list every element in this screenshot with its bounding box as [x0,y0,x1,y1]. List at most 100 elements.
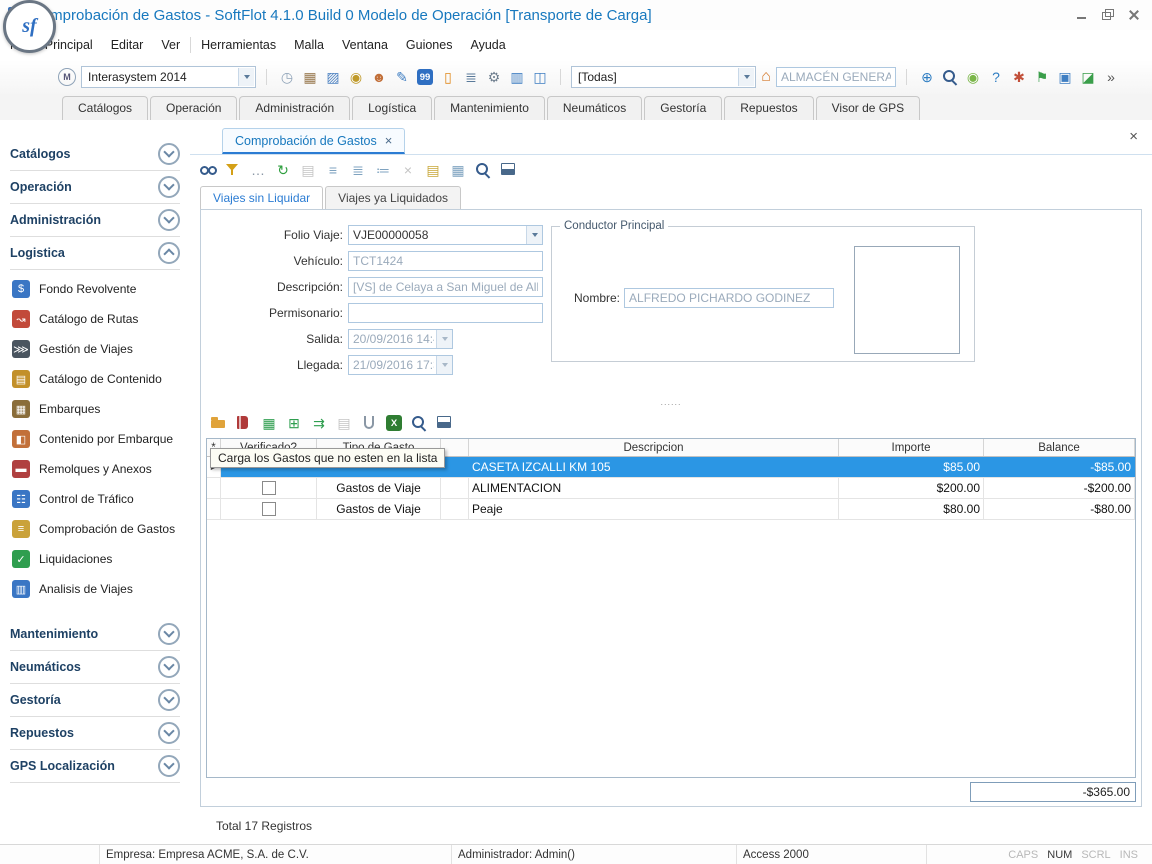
building-icon[interactable]: ▦ [300,67,320,87]
module-tab[interactable]: Visor de GPS [816,96,920,120]
menu-item[interactable]: Editar [111,38,144,52]
descripcion-input[interactable] [348,277,543,297]
table-row[interactable]: Gastos de Viaje ALIMENTACION $200.00 -$2… [207,478,1135,499]
clear-icon[interactable]: × [398,160,418,180]
pane-close-icon[interactable]: × [1129,128,1138,145]
preview-icon[interactable] [473,160,493,180]
checkbox[interactable] [262,481,276,495]
chevron-down-icon[interactable] [526,226,542,244]
sidebar-item-liquidaciones[interactable]: ✓ Liquidaciones [0,544,190,574]
menu-item[interactable]: Ver [161,38,180,52]
sidebar-item-embarques[interactable]: ▦ Embarques [0,394,190,424]
verificado-cell[interactable] [221,478,317,498]
close-icon[interactable] [1128,9,1140,21]
sidebar-section[interactable]: Catálogos [10,138,180,171]
company-combo[interactable]: Interasystem 2014 [81,66,256,88]
flag-icon[interactable]: ⚑ [1032,67,1052,87]
section-toggle-icon[interactable] [158,623,180,645]
sidebar-section[interactable]: Logistica [10,237,180,270]
sidebar-item-catalogo-rutas[interactable]: ↝ Catálogo de Rutas [0,304,190,334]
find-icon[interactable] [198,160,218,180]
attach-icon[interactable] [359,413,379,433]
sidebar-item-control-trafico[interactable]: ☷ Control de Tráfico [0,484,190,514]
search-doc-icon[interactable] [940,67,960,87]
layout-icon[interactable]: ◫ [530,67,550,87]
salida-combo[interactable] [348,329,453,349]
menu-item[interactable]: Malla [294,38,324,52]
module-tab[interactable]: Operación [150,96,237,120]
document-tab[interactable]: Comprobación de Gastos × [222,128,405,154]
filter-combo[interactable]: [Todas] [571,66,756,88]
sidebar-section[interactable]: Gestoría [10,684,180,717]
print-icon[interactable] [498,160,518,180]
section-toggle-icon[interactable] [158,722,180,744]
users-icon[interactable]: ☻ [369,67,389,87]
collapse-rows-icon[interactable]: ≔ [373,160,393,180]
section-toggle-icon[interactable] [158,242,180,264]
gear-icon[interactable]: ⚙ [484,67,504,87]
memo-icon[interactable]: ▤ [423,160,443,180]
home-icon[interactable]: ⌂ [756,67,776,87]
descripcion-header[interactable]: Descripcion [469,439,839,456]
sidebar-section[interactable]: Operación [10,171,180,204]
section-toggle-icon[interactable] [158,755,180,777]
paste-icon[interactable]: ▤ [298,160,318,180]
restore-icon[interactable] [1102,9,1114,21]
tab-close-icon[interactable]: × [385,133,393,148]
chevron-down-icon[interactable] [436,330,452,348]
expand-rows-icon[interactable]: ≣ [348,160,368,180]
tab-viajes-sin-liquidar[interactable]: Viajes sin Liquidar [200,186,323,209]
chevron-down-icon[interactable] [436,356,452,374]
camera-icon[interactable]: ◉ [963,67,983,87]
help-icon[interactable]: ? [986,67,1006,87]
importe-header[interactable]: Importe [839,439,984,456]
sidebar-section[interactable]: Repuestos [10,717,180,750]
overflow-icon[interactable]: » [1101,67,1121,87]
columns-icon[interactable]: ▥ [507,67,527,87]
options-icon[interactable]: … [248,160,268,180]
print-icon[interactable] [434,413,454,433]
globe-icon[interactable]: ⊕ [917,67,937,87]
sidebar-section[interactable]: GPS Localización [10,750,180,783]
menu-item[interactable]: Ventana [342,38,388,52]
module-tab[interactable]: Gestoría [644,96,722,120]
edit-table-icon[interactable]: ▦ [259,413,279,433]
table-row[interactable]: Gastos de Viaje Peaje $80.00 -$80.00 [207,499,1135,520]
m-icon[interactable]: M [58,68,76,86]
section-toggle-icon[interactable] [158,656,180,678]
edit-doc-icon[interactable]: ✎ [392,67,412,87]
group-panel-icon[interactable]: ≡ [323,160,343,180]
balance-header[interactable]: Balance [984,439,1135,456]
sidebar-section[interactable]: Mantenimiento [10,618,180,651]
section-toggle-icon[interactable] [158,689,180,711]
sidebar-item-catalogo-contenido[interactable]: ▤ Catálogo de Contenido [0,364,190,394]
nombre-input[interactable] [624,288,834,308]
chevron-down-icon[interactable] [738,68,754,86]
picture-icon[interactable]: ▨ [323,67,343,87]
load-gastos-icon[interactable] [209,413,229,433]
filter-icon[interactable] [223,160,243,180]
module-tab[interactable]: Catálogos [62,96,148,120]
export-rows-icon[interactable]: ⇉ [309,413,329,433]
section-toggle-icon[interactable] [158,143,180,165]
module-tab[interactable]: Repuestos [724,96,813,120]
folio-viaje-combo[interactable] [348,225,543,245]
almacen-input[interactable] [776,67,896,87]
module-tab[interactable]: Mantenimiento [434,96,545,120]
sidebar-item-analisis-viajes[interactable]: ▥ Analisis de Viajes [0,574,190,604]
bug-icon[interactable]: ✱ [1009,67,1029,87]
module-tab[interactable]: Administración [239,96,350,120]
folio-viaje-input[interactable] [348,225,543,245]
menu-item[interactable]: Herramientas [201,38,276,52]
monitor-icon[interactable]: ▣ [1055,67,1075,87]
sidebar-item-comprobacion-gastos[interactable]: ≡ Comprobación de Gastos [0,514,190,544]
menu-item[interactable]: Ayuda [470,38,505,52]
refresh-icon[interactable]: ↻ [273,160,293,180]
sidebar-section[interactable]: Administración [10,204,180,237]
sidebar-item-remolques-anexos[interactable]: ▬ Remolques y Anexos [0,454,190,484]
splitter-handle[interactable]: ...... [201,398,1141,410]
menu-item[interactable]: Guiones [406,38,453,52]
permisonario-input[interactable] [348,303,543,323]
section-toggle-icon[interactable] [158,176,180,198]
chart-icon[interactable]: ◪ [1078,67,1098,87]
